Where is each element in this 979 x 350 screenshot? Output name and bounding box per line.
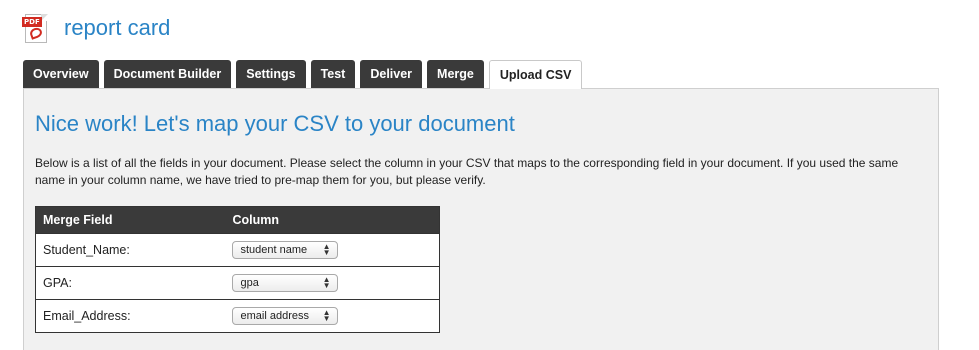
tab-deliver[interactable]: Deliver xyxy=(360,60,423,88)
select-arrows-icon: ▲ ▼ xyxy=(322,275,331,290)
merge-field-name: GPA: xyxy=(35,266,219,300)
select-arrows-icon: ▲ ▼ xyxy=(322,308,331,323)
tab-overview[interactable]: Overview xyxy=(23,60,99,88)
field-mapping-table: Merge Field Column Student_Name: student… xyxy=(35,206,440,333)
tab-settings[interactable]: Settings xyxy=(236,60,306,88)
table-header-row: Merge Field Column xyxy=(35,206,440,234)
select-arrows-icon: ▲ ▼ xyxy=(322,242,331,257)
tab-test[interactable]: Test xyxy=(310,60,356,88)
merge-field-name: Student_Name: xyxy=(35,233,219,267)
select-value: student name xyxy=(240,244,308,256)
instructions-text: Below is a list of all the fields in you… xyxy=(35,156,899,187)
tab-document-builder[interactable]: Document Builder xyxy=(103,60,232,88)
upload-csv-panel: Nice work! Let's map your CSV to your do… xyxy=(23,88,939,350)
tab-upload-csv[interactable]: Upload CSV xyxy=(488,60,583,89)
table-row: GPA: gpa ▲ ▼ xyxy=(35,266,440,300)
pdf-document-icon: PDF xyxy=(22,12,48,44)
page-header: PDF report card xyxy=(22,10,170,46)
column-select-email-address[interactable]: email address ▲ ▼ xyxy=(231,307,338,325)
column-header: Column xyxy=(218,206,440,234)
merge-field-name: Email_Address: xyxy=(35,299,219,333)
pdf-badge: PDF xyxy=(22,17,42,27)
page-heading: Nice work! Let's map your CSV to your do… xyxy=(35,111,515,136)
document-title[interactable]: report card xyxy=(64,15,170,41)
column-select-student-name[interactable]: student name ▲ ▼ xyxy=(231,241,338,259)
table-row: Student_Name: student name ▲ ▼ xyxy=(35,233,440,267)
select-value: gpa xyxy=(240,277,259,289)
column-select-gpa[interactable]: gpa ▲ ▼ xyxy=(231,274,338,292)
select-value: email address xyxy=(240,310,309,322)
tab-merge[interactable]: Merge xyxy=(427,60,484,88)
merge-field-header: Merge Field xyxy=(35,206,219,234)
table-row: Email_Address: email address ▲ ▼ xyxy=(35,299,440,333)
tab-bar: Overview Document Builder Settings Test … xyxy=(23,60,587,89)
